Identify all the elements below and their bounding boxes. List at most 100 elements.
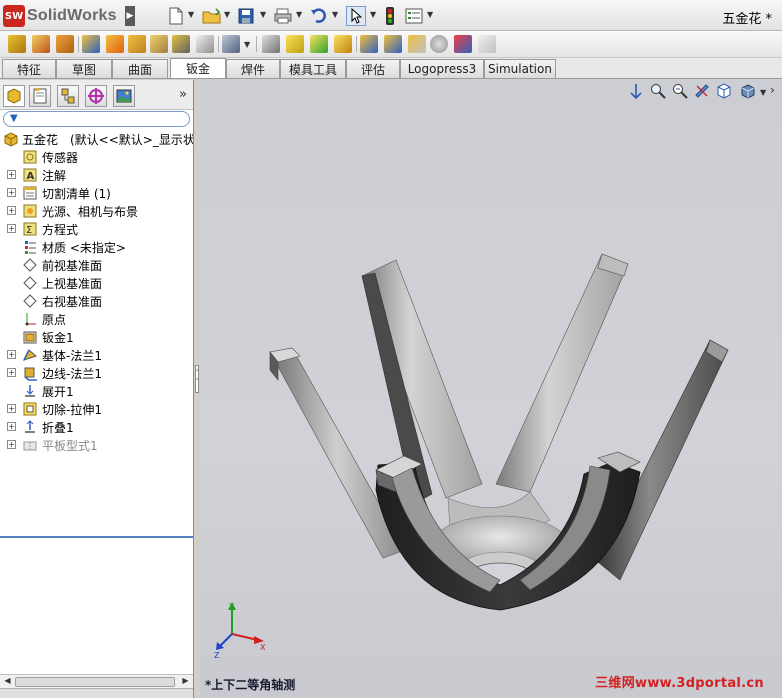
print-icon[interactable] bbox=[274, 6, 292, 26]
print-dropdown-icon[interactable]: ▼ bbox=[296, 10, 302, 19]
new-document-dropdown-icon[interactable]: ▼ bbox=[188, 10, 194, 19]
flatten-icon[interactable] bbox=[408, 35, 426, 53]
tree-item-5[interactable]: + Σ 方程式 bbox=[0, 220, 193, 238]
tree-expand-toggle-icon[interactable]: + bbox=[7, 422, 16, 431]
dimxpert-manager-tab-icon[interactable] bbox=[85, 85, 107, 107]
miter-flange-icon[interactable] bbox=[106, 35, 124, 53]
tree-item-2[interactable]: + A 注解 bbox=[0, 166, 193, 184]
save-icon[interactable] bbox=[238, 6, 254, 26]
select-dropdown-icon[interactable]: ▼ bbox=[370, 10, 376, 19]
tree-expand-toggle-icon[interactable]: + bbox=[7, 440, 16, 449]
tree-item-label: 传感器 bbox=[42, 151, 79, 165]
tab-weldments[interactable]: 焊件 bbox=[226, 59, 280, 78]
configuration-manager-tab-icon[interactable] bbox=[57, 85, 79, 107]
tab-sketch[interactable]: 草图 bbox=[56, 59, 112, 78]
tree-item-15[interactable]: + 切除-拉伸1 bbox=[0, 400, 193, 418]
base-flange-tool-icon[interactable] bbox=[8, 35, 26, 53]
horizontal-scroll-thumb[interactable] bbox=[15, 677, 175, 687]
base-flange-icon bbox=[22, 347, 38, 363]
corner-dropdown-icon[interactable]: ▼ bbox=[244, 40, 250, 49]
simple-hole-icon[interactable] bbox=[310, 35, 328, 53]
sheet-metal-part-model[interactable] bbox=[200, 80, 782, 698]
tree-expand-toggle-icon[interactable]: + bbox=[7, 368, 16, 377]
tree-item-3[interactable]: + 切割清单 (1) bbox=[0, 184, 193, 202]
tab-evaluate[interactable]: 评估 bbox=[346, 59, 400, 78]
tree-item-6[interactable]: 材质 <未指定> bbox=[0, 238, 193, 256]
closed-corner-icon[interactable] bbox=[222, 35, 240, 53]
tree-item-7[interactable]: 前视基准面 bbox=[0, 256, 193, 274]
tree-item-9[interactable]: 右视基准面 bbox=[0, 292, 193, 310]
property-manager-tab-icon[interactable] bbox=[29, 85, 51, 107]
graphics-viewport[interactable]: ▼ › Y X Z *上下二等角轴测 三维网www.3dportal.cn bbox=[200, 80, 782, 698]
display-manager-tab-icon[interactable] bbox=[113, 85, 135, 107]
tab-mold-tools[interactable]: 模具工具 bbox=[280, 59, 346, 78]
tree-expand-toggle-icon[interactable]: + bbox=[7, 206, 16, 215]
tree-item-11[interactable]: 钣金1 bbox=[0, 328, 193, 346]
tab-features[interactable]: 特征 bbox=[2, 59, 56, 78]
cut-list-icon bbox=[22, 185, 38, 201]
document-title: 五金花 * bbox=[722, 12, 772, 27]
fold-icon bbox=[22, 419, 38, 435]
fold-tool-icon[interactable] bbox=[384, 35, 402, 53]
options-icon[interactable] bbox=[405, 6, 423, 26]
solidworks-logo-text: SolidWorks bbox=[27, 7, 117, 24]
tree-item-8[interactable]: 上视基准面 bbox=[0, 274, 193, 292]
undo-icon[interactable] bbox=[310, 6, 328, 26]
select-cursor-icon[interactable] bbox=[346, 6, 366, 26]
flat-pattern-icon bbox=[22, 437, 38, 453]
hem-icon[interactable] bbox=[128, 35, 146, 53]
scroll-left-arrow-icon[interactable]: ◀ bbox=[1, 676, 14, 688]
tree-item-12[interactable]: + 基体-法兰1 bbox=[0, 346, 193, 364]
tree-item-4[interactable]: + 光源、相机与布景 bbox=[0, 202, 193, 220]
options-dropdown-icon[interactable]: ▼ bbox=[427, 10, 433, 19]
open-folder-icon[interactable] bbox=[202, 6, 222, 26]
tree-item-16[interactable]: + 折叠1 bbox=[0, 418, 193, 436]
forming-tool-icon[interactable] bbox=[262, 35, 280, 53]
horizontal-scrollbar[interactable]: ◀ ▶ bbox=[0, 674, 193, 688]
tree-item-10[interactable]: 原点 bbox=[0, 310, 193, 328]
tree-expand-toggle-icon[interactable]: + bbox=[7, 170, 16, 179]
tab-logopress3[interactable]: Logopress3 bbox=[400, 59, 484, 78]
tree-expand-toggle-icon[interactable]: + bbox=[7, 350, 16, 359]
new-document-icon[interactable] bbox=[168, 6, 184, 26]
tree-item-14[interactable]: 展开1 bbox=[0, 382, 193, 400]
lofted-bend-icon[interactable] bbox=[56, 35, 74, 53]
model-tabs-strip[interactable] bbox=[0, 688, 193, 698]
undo-dropdown-icon[interactable]: ▼ bbox=[332, 10, 338, 19]
tree-expand-toggle-icon[interactable]: + bbox=[7, 224, 16, 233]
tree-item-13[interactable]: + 边线-法兰1 bbox=[0, 364, 193, 382]
solidworks-logo[interactable]: SW SolidWorks bbox=[3, 5, 117, 27]
rip-icon[interactable] bbox=[454, 35, 472, 53]
unfold-tool-icon[interactable] bbox=[360, 35, 378, 53]
expand-panel-chevron-icon[interactable]: » bbox=[179, 87, 187, 102]
no-bends-icon[interactable] bbox=[430, 35, 448, 53]
tab-simulation[interactable]: Simulation bbox=[484, 59, 556, 78]
sketched-bend-icon[interactable] bbox=[172, 35, 190, 53]
menu-expand-arrow-icon[interactable]: ▶ bbox=[125, 6, 135, 26]
vent-icon[interactable] bbox=[334, 35, 352, 53]
cross-break-icon[interactable] bbox=[196, 35, 214, 53]
open-dropdown-icon[interactable]: ▼ bbox=[224, 10, 230, 19]
tree-expand-toggle-icon[interactable]: + bbox=[7, 188, 16, 197]
rollback-bar[interactable] bbox=[0, 536, 193, 538]
jog-icon[interactable] bbox=[150, 35, 168, 53]
extruded-cut-icon[interactable] bbox=[286, 35, 304, 53]
tree-expand-toggle-icon[interactable]: + bbox=[7, 404, 16, 413]
insert-bends-icon[interactable] bbox=[478, 35, 496, 53]
convert-to-sheet-metal-icon[interactable] bbox=[32, 35, 50, 53]
tab-surfaces[interactable]: 曲面 bbox=[112, 59, 168, 78]
tree-item-17[interactable]: + 平板型式1 bbox=[0, 436, 193, 454]
edge-flange-tool-icon[interactable] bbox=[82, 35, 100, 53]
manager-tabs: » bbox=[0, 80, 193, 110]
scroll-right-arrow-icon[interactable]: ▶ bbox=[179, 676, 192, 688]
tree-item-label: 钣金1 bbox=[42, 331, 74, 345]
tab-sheet-metal[interactable]: 钣金 bbox=[170, 58, 226, 78]
save-dropdown-icon[interactable]: ▼ bbox=[260, 10, 266, 19]
rebuild-traffic-light-icon[interactable] bbox=[385, 6, 395, 26]
feature-tree-filter[interactable]: ▼ bbox=[3, 111, 190, 127]
splitter-collapse-grip-icon[interactable]: ‹ ‹ bbox=[195, 365, 199, 393]
tree-item-1[interactable]: 传感器 bbox=[0, 148, 193, 166]
tree-root-part[interactable]: 五金花 (默认<<默认>_显示状态 bbox=[0, 130, 193, 148]
feature-manager-tab-icon[interactable] bbox=[3, 85, 25, 107]
tree-item-label: 基体-法兰1 bbox=[42, 349, 102, 363]
